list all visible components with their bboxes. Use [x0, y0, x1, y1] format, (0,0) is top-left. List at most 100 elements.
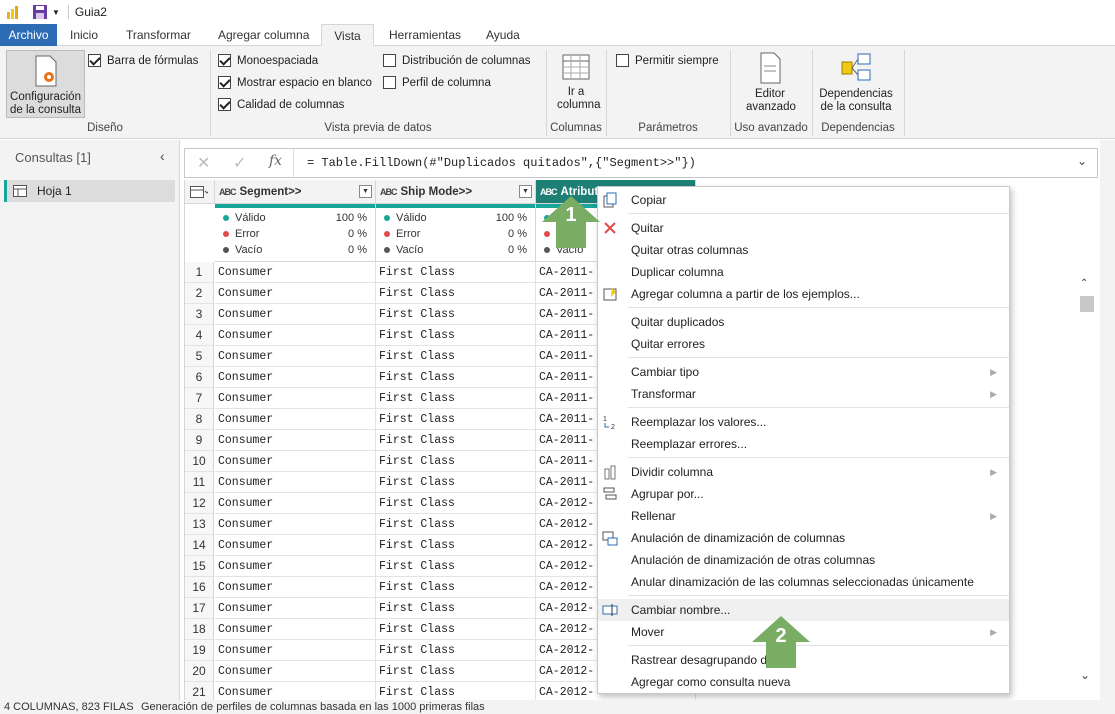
table-cell[interactable]: First Class — [376, 619, 536, 640]
table-cell[interactable]: Consumer — [215, 577, 376, 598]
menu-item-quitar-duplicados[interactable]: Quitar duplicados — [598, 311, 1009, 333]
column-header-ship-mode[interactable]: ABC Ship Mode>> ▼ — [376, 180, 536, 204]
column-distribution-checkbox[interactable]: Distribución de columnas — [383, 54, 530, 67]
column-header-segment[interactable]: ABC Segment>> ▼ — [215, 180, 376, 204]
table-cell[interactable]: First Class — [376, 430, 536, 451]
table-cell[interactable]: Consumer — [215, 661, 376, 682]
column-profile-checkbox[interactable]: Perfil de columna — [383, 76, 491, 89]
menu-item-anulacion-de-dinamizacion-de-otras-columnas[interactable]: Anulación de dinamización de otras colum… — [598, 549, 1009, 571]
table-cell[interactable]: First Class — [376, 514, 536, 535]
monospaced-checkbox[interactable]: Monoespaciada — [218, 54, 318, 67]
table-cell[interactable]: Consumer — [215, 619, 376, 640]
row-number[interactable]: 6 — [185, 367, 214, 388]
menu-item-anulacion-de-dinamizacion-de-columnas[interactable]: Anulación de dinamización de columnas — [598, 527, 1009, 549]
menu-item-quitar-otras-columnas[interactable]: Quitar otras columnas — [598, 239, 1009, 261]
menu-item-copiar[interactable]: Copiar — [598, 189, 1009, 211]
menu-item-reemplazar-los-valores[interactable]: 1 2 Reemplazar los valores... — [598, 411, 1009, 433]
table-menu-button[interactable] — [185, 180, 215, 204]
table-cell[interactable]: First Class — [376, 640, 536, 661]
row-number[interactable]: 3 — [185, 304, 214, 325]
tab-inicio[interactable]: Inicio — [60, 24, 108, 46]
menu-item-transformar[interactable]: Transformar ▶ — [598, 383, 1009, 405]
row-number[interactable]: 21 — [185, 682, 214, 700]
table-cell[interactable]: Consumer — [215, 556, 376, 577]
always-allow-checkbox[interactable]: Permitir siempre — [616, 54, 719, 67]
column-quality-checkbox[interactable]: Calidad de columnas — [218, 98, 344, 111]
row-number[interactable]: 19 — [185, 640, 214, 661]
table-cell[interactable]: First Class — [376, 367, 536, 388]
tab-transformar[interactable]: Transformar — [116, 24, 201, 46]
menu-item-cambiar-tipo[interactable]: Cambiar tipo ▶ — [598, 361, 1009, 383]
row-number[interactable]: 20 — [185, 661, 214, 682]
row-number[interactable]: 15 — [185, 556, 214, 577]
formula-input[interactable]: = Table.FillDown(#"Duplicados quitados",… — [307, 156, 696, 170]
table-cell[interactable]: Consumer — [215, 472, 376, 493]
table-cell[interactable]: Consumer — [215, 409, 376, 430]
show-whitespace-checkbox[interactable]: Mostrar espacio en blanco — [218, 76, 372, 89]
table-cell[interactable]: Consumer — [215, 598, 376, 619]
row-number[interactable]: 5 — [185, 346, 214, 367]
save-icon[interactable] — [32, 4, 48, 20]
table-cell[interactable]: Consumer — [215, 388, 376, 409]
filter-dropdown-icon[interactable]: ▼ — [359, 185, 372, 198]
confirm-formula-icon[interactable]: ✓ — [233, 153, 246, 173]
outer-scrollbar[interactable] — [1100, 140, 1115, 700]
table-cell[interactable]: First Class — [376, 283, 536, 304]
row-number[interactable]: 10 — [185, 451, 214, 472]
table-cell[interactable]: First Class — [376, 388, 536, 409]
table-cell[interactable]: First Class — [376, 556, 536, 577]
table-cell[interactable]: Consumer — [215, 325, 376, 346]
table-cell[interactable]: Consumer — [215, 682, 376, 700]
table-cell[interactable]: First Class — [376, 304, 536, 325]
tab-ayuda[interactable]: Ayuda — [476, 24, 530, 46]
table-cell[interactable]: First Class — [376, 535, 536, 556]
table-cell[interactable]: First Class — [376, 325, 536, 346]
table-cell[interactable]: Consumer — [215, 535, 376, 556]
cancel-formula-icon[interactable]: ✕ — [197, 153, 210, 173]
table-cell[interactable]: Consumer — [215, 346, 376, 367]
table-cell[interactable]: First Class — [376, 493, 536, 514]
menu-item-agregar-como-consulta-nueva[interactable]: Agregar como consulta nueva — [598, 671, 1009, 693]
row-number[interactable]: 12 — [185, 493, 214, 514]
tab-agregar-columna[interactable]: Agregar columna — [208, 24, 319, 46]
table-cell[interactable]: First Class — [376, 577, 536, 598]
row-number[interactable]: 14 — [185, 535, 214, 556]
menu-item-quitar-errores[interactable]: Quitar errores — [598, 333, 1009, 355]
row-number[interactable]: 13 — [185, 514, 214, 535]
fx-icon[interactable]: fx — [269, 153, 282, 169]
table-cell[interactable]: First Class — [376, 472, 536, 493]
expand-formula-icon[interactable]: ⌄ — [1077, 154, 1087, 168]
table-cell[interactable]: First Class — [376, 409, 536, 430]
row-number[interactable]: 18 — [185, 619, 214, 640]
row-number[interactable]: 9 — [185, 430, 214, 451]
menu-item-quitar[interactable]: Quitar — [598, 217, 1009, 239]
table-cell[interactable]: Consumer — [215, 283, 376, 304]
table-cell[interactable]: Consumer — [215, 262, 376, 283]
tab-herramientas[interactable]: Herramientas — [379, 24, 471, 46]
menu-item-duplicar-columna[interactable]: Duplicar columna — [598, 261, 1009, 283]
table-cell[interactable]: First Class — [376, 262, 536, 283]
table-cell[interactable]: First Class — [376, 451, 536, 472]
table-cell[interactable]: Consumer — [215, 304, 376, 325]
table-cell[interactable]: Consumer — [215, 514, 376, 535]
menu-item-agrupar-por[interactable]: Agrupar por... — [598, 483, 1009, 505]
advanced-editor-button[interactable]: Editor avanzado — [740, 52, 800, 114]
tab-archivo[interactable]: Archivo — [0, 24, 57, 46]
table-cell[interactable]: First Class — [376, 682, 536, 700]
row-number[interactable]: 11 — [185, 472, 214, 493]
row-number[interactable]: 1 — [185, 262, 214, 283]
table-cell[interactable]: First Class — [376, 346, 536, 367]
filter-dropdown-icon[interactable]: ▼ — [519, 185, 532, 198]
table-cell[interactable]: Consumer — [215, 640, 376, 661]
table-cell[interactable]: First Class — [376, 661, 536, 682]
row-number[interactable]: 17 — [185, 598, 214, 619]
collapse-pane-icon[interactable]: ‹ — [160, 148, 165, 164]
row-number[interactable]: 2 — [185, 283, 214, 304]
menu-item-rellenar[interactable]: Rellenar ▶ — [598, 505, 1009, 527]
formula-bar-checkbox[interactable]: Barra de fórmulas — [88, 54, 198, 67]
row-number[interactable]: 4 — [185, 325, 214, 346]
menu-item-agregar-columna-a-partir-de-los-ejemplos[interactable]: Agregar columna a partir de los ejemplos… — [598, 283, 1009, 305]
query-settings-button[interactable]: Configuración de la consulta — [6, 50, 85, 118]
row-number[interactable]: 8 — [185, 409, 214, 430]
query-dependencies-button[interactable]: Dependencias de la consulta — [816, 52, 896, 114]
